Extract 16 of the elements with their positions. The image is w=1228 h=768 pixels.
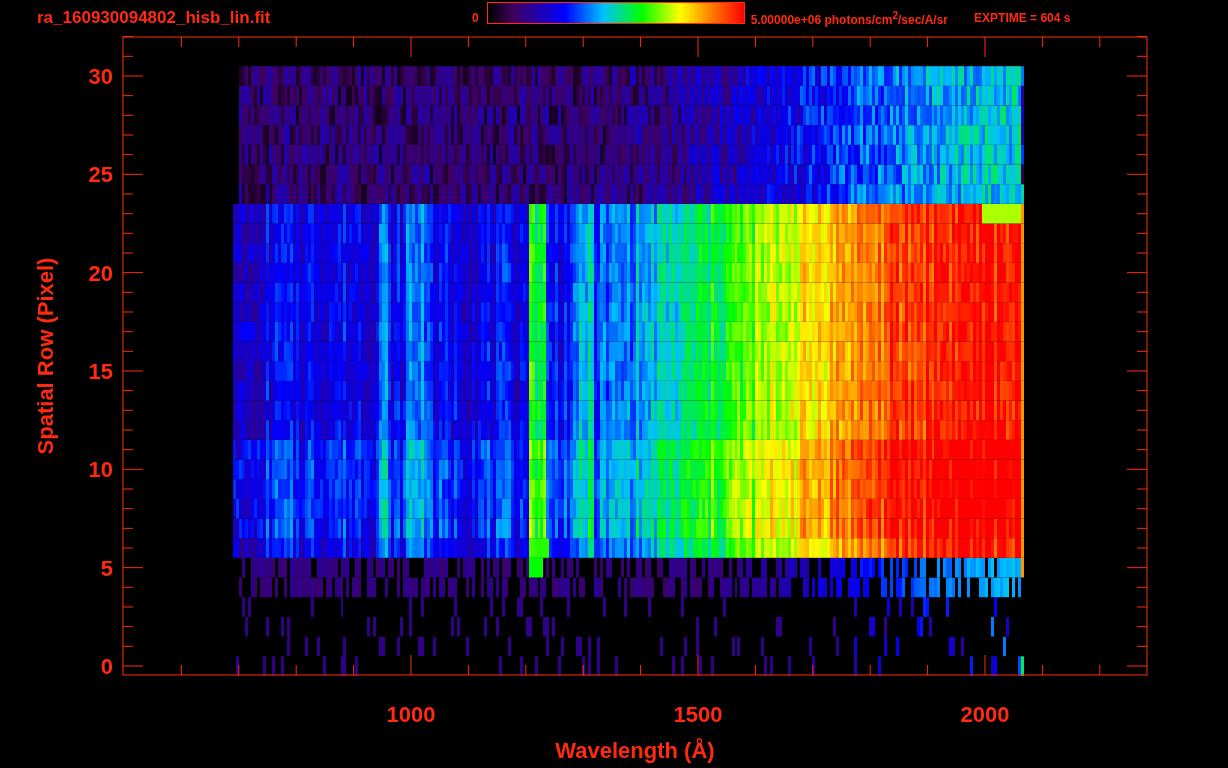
file-title: ra_160930094802_hisb_lin.fit <box>37 8 272 28</box>
y-tick-label: 20 <box>88 260 113 286</box>
y-axis-title: Spatial Row (Pixel) <box>33 257 58 455</box>
y-tick-label: 10 <box>88 457 113 483</box>
y-tick-label: 0 <box>100 654 113 679</box>
exposure-time: EXPTIME = 604 s <box>974 11 1071 25</box>
x-tick-label: 2000 <box>960 702 1010 727</box>
y-tick-label: 25 <box>88 162 113 188</box>
y-tick-label: 5 <box>100 555 113 581</box>
y-tick-label: 15 <box>88 359 113 384</box>
colorbar-min-label: 0 <box>472 11 479 25</box>
x-tick-label: 1500 <box>673 702 723 727</box>
y-tick-label: 30 <box>88 64 113 89</box>
x-axis-title: Wavelength (Å) <box>555 738 715 763</box>
colorbar-max-label: 5.00000e+06 photons/cm$^{2}$/sec/A/sr <box>750 9 949 27</box>
x-tick-label: 1000 <box>386 702 436 727</box>
